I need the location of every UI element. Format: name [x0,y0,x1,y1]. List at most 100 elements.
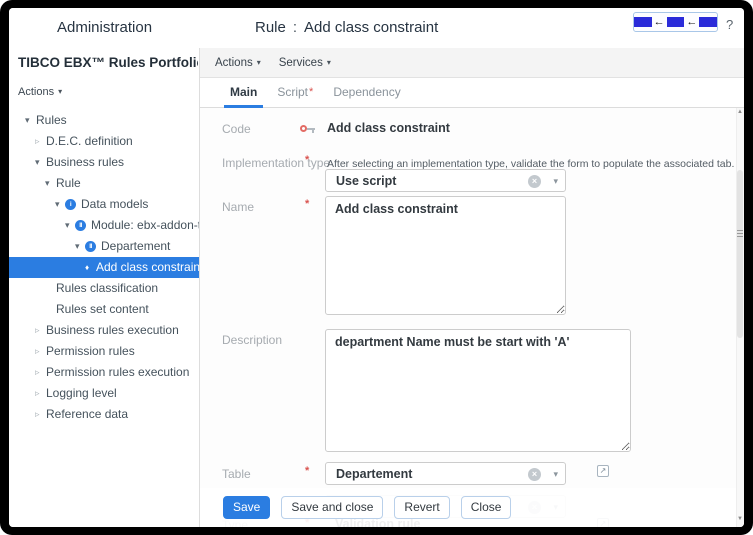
sidebar-tree: ▾Rules▹D.E.C. definition▾Business rules▾… [9,110,200,425]
tree-item-label: Module: ebx-addon-tests, p [90,215,200,236]
tree-item-label: Permission rules execution [45,362,189,383]
tree-item-permission-rules[interactable]: ▹Permission rules [9,341,200,362]
tree-collapsed-arrow-icon[interactable]: ▹ [35,383,45,404]
tree-item-label: Logging level [45,383,117,404]
required-asterisk: * [305,198,309,210]
navigation-history-widget[interactable]: ← ← [633,12,718,32]
tab-bar: Main Script* Dependency [200,78,744,108]
page-title: Administration [57,19,152,36]
primary-key-icon [300,124,316,134]
scrollbar-grip [737,230,743,239]
tree-item-rules-set-content[interactable]: Rules set content [9,299,200,320]
left-arrow-icon: ← [686,17,697,27]
help-icon[interactable]: ? [726,17,733,32]
tree-expanded-arrow-icon[interactable]: ▾ [75,236,85,257]
leaf-diamond-icon: ♦ [85,257,95,278]
breadcrumb-title: Add class constraint [304,19,438,36]
services-menu-label: Services [279,57,323,69]
tree-item-rule[interactable]: ▾Rule [9,173,200,194]
tree-item-add-class-constraint[interactable]: ♦Add class constraint [9,257,200,278]
clear-icon[interactable]: × [528,468,541,481]
tree-expanded-arrow-icon[interactable]: ▾ [55,194,65,215]
tree-collapsed-arrow-icon[interactable]: ▹ [35,341,45,362]
tab-label: Main [230,85,257,99]
tab-label: Dependency [333,85,400,99]
tree-expanded-arrow-icon[interactable]: ▾ [45,173,55,194]
tree-item-label: Add class constraint [95,257,200,278]
required-asterisk: * [309,86,313,98]
top-header: Administration Rule: Add class constraint… [9,8,744,48]
tree-item-business-rules-execution[interactable]: ▹Business rules execution [9,320,200,341]
tree-item-label: Rules [35,110,67,131]
tree-item-rules[interactable]: ▾Rules [9,110,200,131]
implementation-type-label: Implementation type [222,156,330,170]
actions-menu-label: Actions [215,57,253,69]
tab-main[interactable]: Main [224,78,263,108]
save-and-close-button[interactable]: Save and close [281,496,383,519]
required-asterisk: * [305,154,309,166]
actions-menu[interactable]: Actions ▾ [215,57,261,69]
open-in-new-icon[interactable]: ↗ [597,465,609,477]
implementation-type-select[interactable]: Use script × ▾ [325,169,566,192]
tree-item-departement[interactable]: ▾IIDepartement [9,236,200,257]
chevron-down-icon: ▾ [327,58,331,67]
close-button[interactable]: Close [461,496,512,519]
tab-dependency[interactable]: Dependency [327,78,406,108]
table-select[interactable]: Departement × ▾ [325,462,566,485]
scroll-down-icon[interactable]: ▼ [736,516,744,522]
tree-collapsed-arrow-icon[interactable]: ▹ [35,404,45,425]
save-button[interactable]: Save [223,496,270,519]
tree-item-d-e-c-definition[interactable]: ▹D.E.C. definition [9,131,200,152]
tab-script[interactable]: Script* [271,78,319,108]
nav-box[interactable] [634,17,652,27]
nav-box[interactable] [699,17,717,27]
sidebar-actions-menu[interactable]: Actions▾ [18,86,62,98]
name-field[interactable]: Add class constraint [325,196,566,315]
tree-item-logging-level[interactable]: ▹Logging level [9,383,200,404]
tree-item-label: Rule [55,173,81,194]
chevron-down-icon[interactable]: ▾ [553,177,558,186]
tree-collapsed-arrow-icon[interactable]: ▹ [35,320,45,341]
tree-item-label: Business rules execution [45,320,179,341]
tree-item-reference-data[interactable]: ▹Reference data [9,404,200,425]
description-field[interactable]: department Name must be start with 'A' [325,329,631,452]
clear-icon[interactable]: × [528,175,541,188]
chevron-down-icon[interactable]: ▾ [553,470,558,479]
tree-item-data-models[interactable]: ▾i Data models [9,194,200,215]
sidebar: TIBCO EBX™ Rules Portfolio Actions▾ ▾Rul… [9,48,200,527]
table-value: Departement [336,467,412,481]
table-icon: II [75,220,86,231]
scrollbar-thumb[interactable] [737,170,743,338]
services-menu[interactable]: Services ▾ [279,57,331,69]
left-arrow-icon: ← [654,17,665,27]
description-label: Description [222,333,282,347]
breadcrumb-entity: Rule [255,19,286,36]
implementation-type-value: Use script [336,174,396,188]
tree-item-business-rules[interactable]: ▾Business rules [9,152,200,173]
tab-label: Script [277,85,308,99]
tree-item-label: Data models [80,194,148,215]
table-label: Table [222,467,251,481]
tree-collapsed-arrow-icon[interactable]: ▹ [35,362,45,383]
tree-item-permission-rules-execution[interactable]: ▹Permission rules execution [9,362,200,383]
code-value: Add class constraint [327,121,450,135]
nav-box[interactable] [667,17,685,27]
breadcrumb-separator: : [293,19,297,36]
main-toolbar: Actions ▾ Services ▾ [200,48,744,78]
tree-collapsed-arrow-icon[interactable]: ▹ [35,131,45,152]
tree-expanded-arrow-icon[interactable]: ▾ [65,215,75,236]
tree-expanded-arrow-icon[interactable]: ▾ [25,110,35,131]
scroll-up-icon[interactable]: ▲ [736,109,744,115]
chevron-down-icon: ▾ [58,87,62,96]
revert-button[interactable]: Revert [394,496,449,519]
tree-item-module-ebx-addon-tests-p[interactable]: ▾II Module: ebx-addon-tests, p [9,215,200,236]
app-window: Administration Rule: Add class constraint… [0,0,753,535]
data-models-icon: i [65,199,76,210]
tree-item-label: Rules classification [55,278,158,299]
tree-expanded-arrow-icon[interactable]: ▾ [35,152,45,173]
sidebar-title: TIBCO EBX™ Rules Portfolio [18,55,198,70]
chevron-down-icon: ▾ [257,58,261,67]
tree-item-label: Departement [100,236,170,257]
window-content: Administration Rule: Add class constraint… [9,8,744,527]
tree-item-rules-classification[interactable]: Rules classification [9,278,200,299]
